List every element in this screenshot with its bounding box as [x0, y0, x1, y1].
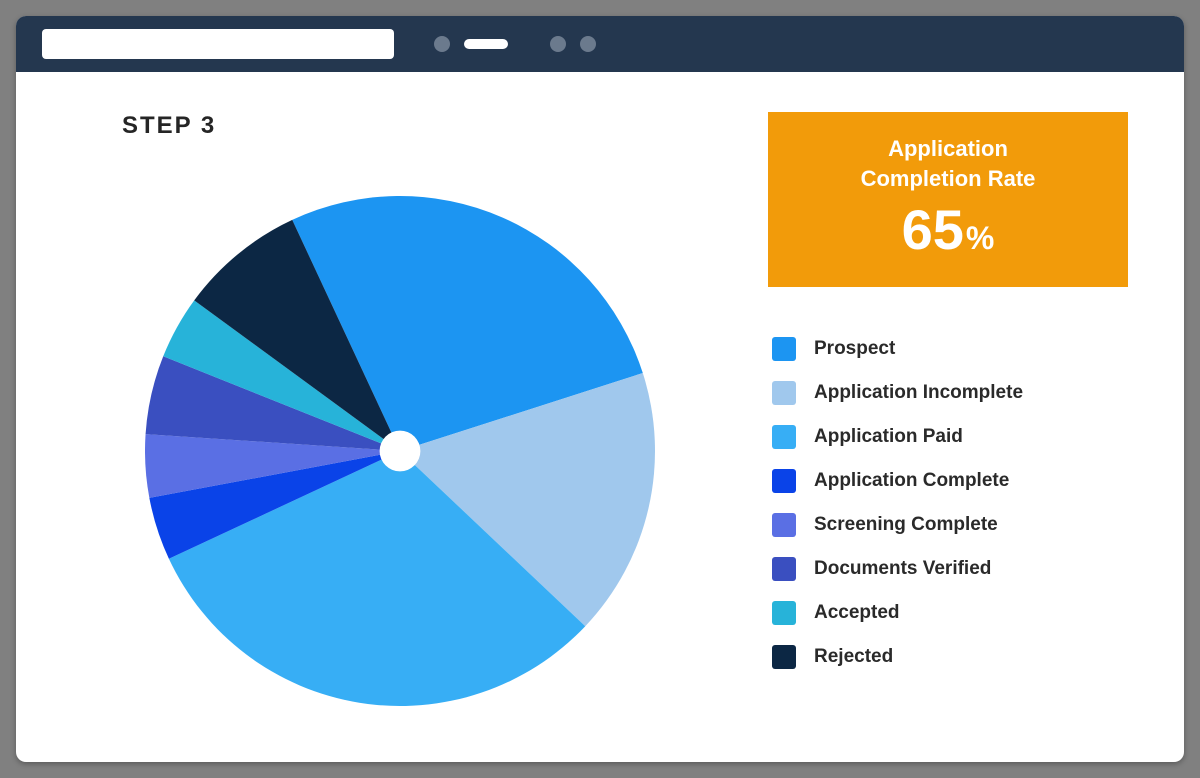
legend-item: Screening Complete [772, 513, 1128, 537]
legend-swatch-icon [772, 425, 796, 449]
legend-item: Accepted [772, 601, 1128, 625]
browser-frame: STEP 3 Application Completion Rate 65% P… [16, 16, 1184, 762]
legend-label: Prospect [814, 338, 895, 360]
pie-svg [145, 196, 655, 706]
legend-swatch-icon [772, 469, 796, 493]
legend-label: Application Complete [814, 470, 1009, 492]
pie-chart [145, 196, 655, 706]
legend-item: Application Paid [772, 425, 1128, 449]
legend-label: Rejected [814, 646, 893, 668]
legend-label: Documents Verified [814, 558, 991, 580]
legend-item: Rejected [772, 645, 1128, 669]
pie-center-hole [380, 431, 421, 472]
legend-label: Screening Complete [814, 514, 998, 536]
pie-chart-wrap [72, 160, 728, 742]
browser-dot-icon [550, 36, 566, 52]
legend-item: Application Complete [772, 469, 1128, 493]
browser-pill-icon [464, 39, 508, 49]
legend-label: Application Paid [814, 426, 963, 448]
kpi-card: Application Completion Rate 65% [768, 112, 1128, 287]
legend-swatch-icon [772, 601, 796, 625]
chart-column: STEP 3 [72, 112, 728, 742]
legend-swatch-icon [772, 557, 796, 581]
legend: Prospect Application Incomplete Applicatio… [768, 337, 1128, 669]
url-field[interactable] [42, 29, 394, 59]
legend-item: Documents Verified [772, 557, 1128, 581]
legend-item: Application Incomplete [772, 381, 1128, 405]
browser-title-bar [16, 16, 1184, 72]
legend-swatch-icon [772, 513, 796, 537]
legend-label: Accepted [814, 602, 900, 624]
content-area: STEP 3 Application Completion Rate 65% P… [16, 72, 1184, 762]
kpi-title: Application Completion Rate [792, 134, 1104, 193]
legend-swatch-icon [772, 645, 796, 669]
legend-swatch-icon [772, 381, 796, 405]
kpi-value: 65% [792, 199, 1104, 261]
right-column: Application Completion Rate 65% Prospect… [768, 112, 1128, 742]
legend-label: Application Incomplete [814, 382, 1023, 404]
browser-dot-icon [580, 36, 596, 52]
legend-item: Prospect [772, 337, 1128, 361]
browser-dot-icon [434, 36, 450, 52]
step-title: STEP 3 [72, 112, 728, 140]
legend-swatch-icon [772, 337, 796, 361]
